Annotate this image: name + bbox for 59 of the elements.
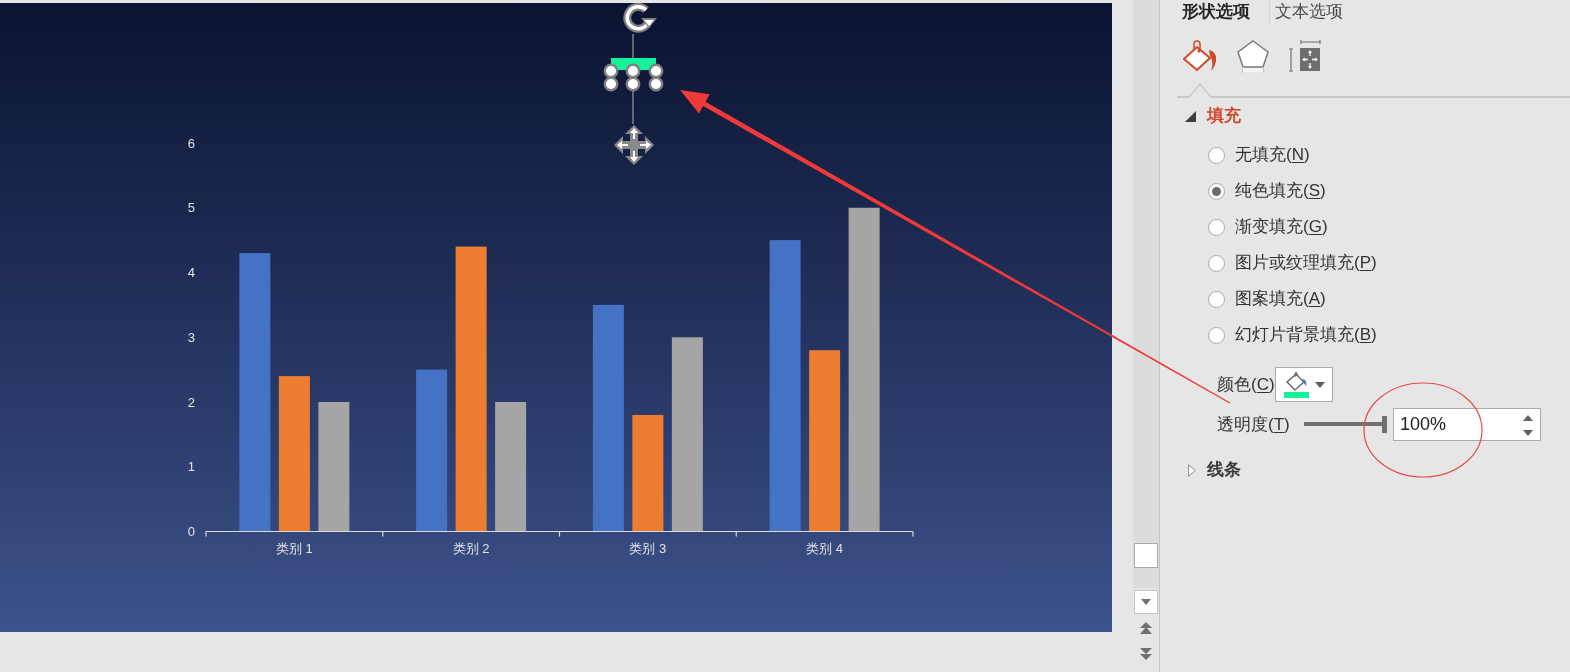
scrollbar-thumb[interactable] (1134, 543, 1158, 568)
scroll-down-button[interactable] (1134, 590, 1158, 614)
category-label: 类别 1 (275, 541, 313, 556)
radio-button[interactable] (1208, 326, 1225, 344)
category-label: 类别 3 (629, 541, 667, 556)
expanded-triangle-icon (1185, 110, 1196, 122)
radio-option[interactable]: 图案填充(A) (1208, 281, 1377, 317)
radio-button[interactable] (1208, 218, 1225, 236)
y-axis-label: 6 (187, 135, 195, 151)
resize-handle[interactable] (648, 63, 664, 79)
handle-line (632, 90, 634, 125)
size-layout-icon (1289, 40, 1321, 72)
y-axis-label: 2 (187, 394, 195, 410)
double-caret-down-icon[interactable] (1140, 648, 1152, 660)
collapsed-triangle-icon (1188, 463, 1196, 477)
radio-button[interactable] (1208, 182, 1225, 200)
radio-option[interactable]: 纯色填充(S) (1208, 173, 1377, 209)
radio-button[interactable] (1208, 290, 1225, 308)
scrollbar-track[interactable] (1133, 0, 1159, 588)
radio-button[interactable] (1208, 146, 1225, 164)
caret-down-icon (1314, 381, 1325, 388)
spin-up-icon[interactable] (1523, 415, 1533, 421)
y-axis-label: 5 (187, 200, 195, 216)
paint-bucket-icon (1183, 40, 1217, 72)
resize-handle[interactable] (648, 76, 664, 92)
transparency-input[interactable]: 100% (1393, 408, 1541, 441)
resize-handle[interactable] (625, 76, 641, 92)
y-axis-label: 4 (187, 265, 195, 280)
radio-option[interactable]: 无填充(N) (1208, 137, 1377, 173)
resize-handle[interactable] (625, 63, 641, 79)
y-axis-label: 0 (187, 524, 195, 539)
handle-line (632, 33, 634, 59)
resize-handle[interactable] (603, 76, 619, 92)
transparency-label: 透明度(T) (1217, 413, 1291, 436)
move-handle-icon[interactable] (614, 125, 654, 165)
radio-option[interactable]: 渐变填充(G) (1208, 209, 1377, 245)
radio-option[interactable]: 图片或纹理填充(P) (1208, 245, 1377, 281)
caret-down-icon (1141, 599, 1151, 605)
color-label: 颜色(C) (1217, 373, 1275, 396)
y-axis-label: 1 (187, 459, 195, 475)
section-header[interactable]: 填充 (1160, 104, 1241, 128)
double-caret-up-icon[interactable] (1140, 622, 1152, 634)
paint-bucket-icon (1283, 371, 1309, 398)
radio-option[interactable]: 幻灯片背景填充(B) (1208, 317, 1377, 353)
y-axis-label: 3 (187, 329, 195, 345)
spin-down-icon[interactable] (1523, 430, 1533, 436)
color-picker-button[interactable] (1274, 367, 1333, 402)
pentagon-icon (1237, 40, 1269, 74)
radio-button[interactable] (1208, 254, 1225, 272)
section-header[interactable]: 线条 (1160, 458, 1241, 482)
transparency-slider[interactable] (1304, 416, 1387, 433)
resize-handle[interactable] (603, 63, 619, 79)
slider-thumb[interactable] (1382, 416, 1387, 433)
tab[interactable]: 文本选项 (1269, 0, 1362, 24)
icon-tab[interactable] (1183, 40, 1217, 96)
tab[interactable]: 形状选项 (1182, 0, 1269, 24)
category-label: 类别 4 (806, 541, 844, 556)
category-label: 类别 2 (452, 541, 490, 556)
rotate-handle-icon[interactable] (623, 3, 657, 33)
